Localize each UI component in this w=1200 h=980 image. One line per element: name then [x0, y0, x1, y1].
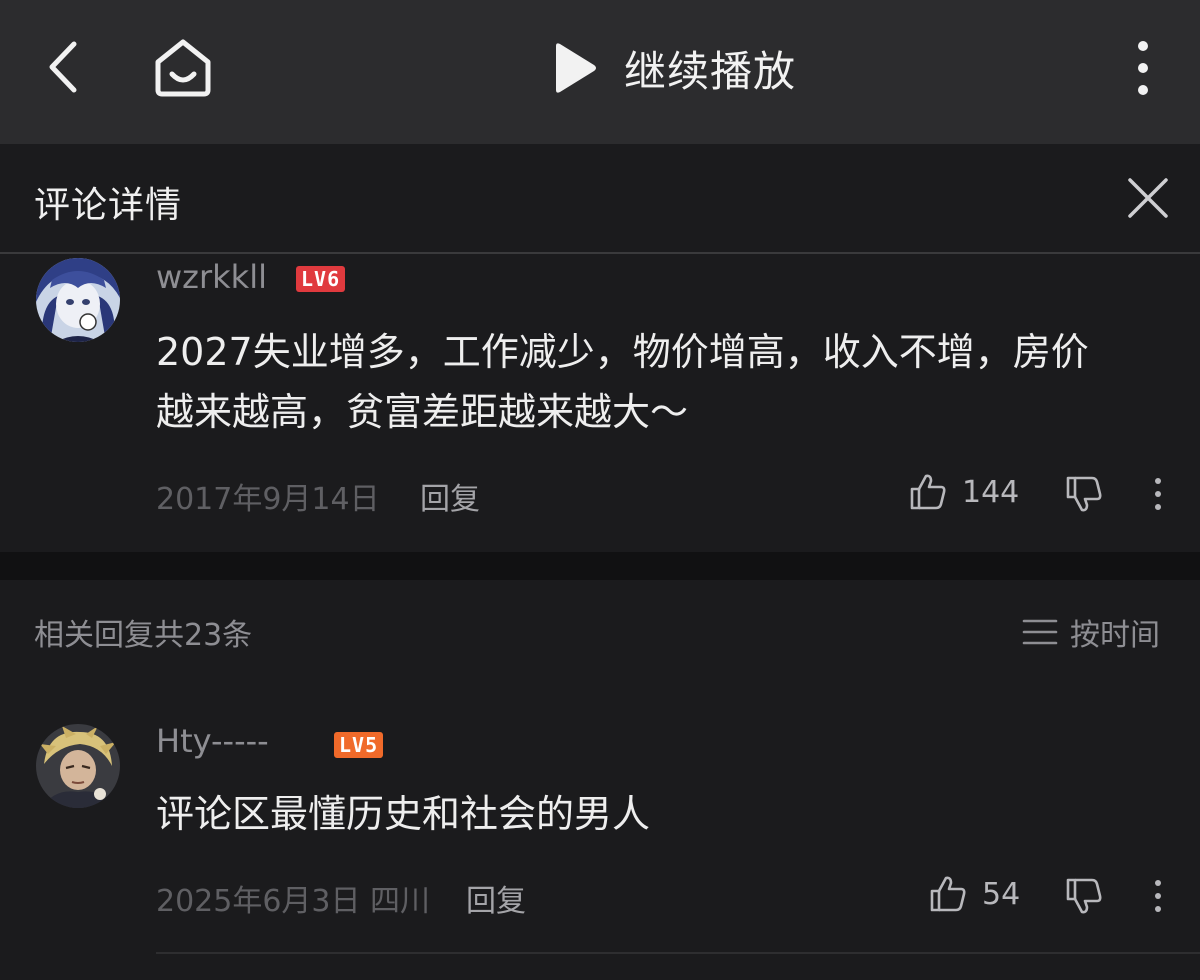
page-title: 评论详情: [34, 185, 183, 226]
dislike-button[interactable]: [1064, 474, 1104, 518]
top-nav-bar: 继续播放: [0, 0, 1200, 144]
close-icon: [1128, 178, 1168, 218]
replies-header: 相关回复共23条 按时间: [0, 580, 1200, 680]
thumb-down-icon: [1066, 878, 1102, 914]
sort-button[interactable]: 按时间: [1022, 610, 1160, 654]
more-vertical-icon: [1155, 478, 1161, 510]
sort-label: 按时间: [1070, 618, 1160, 653]
thumb-down-icon: [1066, 476, 1102, 512]
username[interactable]: Hty-----: [156, 722, 269, 760]
list-icon: [1022, 619, 1058, 645]
comment-date: 2017年9月14日: [156, 482, 380, 517]
reply-text: 评论区最懂历史和社会的男人: [156, 792, 651, 836]
avatar[interactable]: [36, 258, 120, 342]
reply-button[interactable]: 回复: [420, 474, 480, 518]
level-badge: LV6: [296, 266, 346, 292]
home-icon: [155, 39, 211, 97]
back-icon: [49, 41, 77, 93]
main-comment: wzrkkll LV6 2027失业增多，工作减少，物价增高，收入不增，房价 越…: [0, 254, 1200, 552]
divider: [156, 952, 1200, 954]
avatar[interactable]: [36, 724, 120, 808]
reply-button[interactable]: 回复: [466, 876, 526, 920]
comment-text-line: 越来越高，贫富差距越来越大～: [156, 390, 689, 434]
reply-item: Hty----- LV5 评论区最懂历史和社会的男人 2025年6月3日 四川 …: [0, 690, 1200, 960]
reply-more-button[interactable]: [1144, 878, 1172, 918]
username[interactable]: wzrkkll: [156, 258, 267, 296]
continue-play-button[interactable]: 继续播放: [548, 36, 796, 100]
more-vertical-icon: [1155, 880, 1161, 912]
back-button[interactable]: [38, 38, 90, 96]
play-icon: [556, 43, 596, 93]
comment-detail-header: 评论详情: [0, 144, 1200, 254]
like-count: 144: [962, 474, 1020, 510]
like-count: 54: [982, 876, 1021, 912]
dislike-button[interactable]: [1064, 876, 1104, 920]
more-options-button[interactable]: [1118, 36, 1168, 100]
comment-text-line: 2027失业增多，工作减少，物价增高，收入不增，房价: [156, 330, 1089, 374]
reply-date: 2025年6月3日 四川: [156, 884, 431, 919]
home-button[interactable]: [148, 34, 218, 100]
thumb-up-icon: [930, 876, 966, 912]
comment-more-button[interactable]: [1144, 476, 1172, 516]
like-button[interactable]: 54: [928, 874, 1020, 914]
close-button[interactable]: [1124, 174, 1172, 222]
continue-play-label: 继续播放: [624, 46, 797, 96]
thumb-up-icon: [910, 474, 946, 510]
section-separator: [0, 552, 1200, 580]
comment-text: 2027失业增多，工作减少，物价增高，收入不增，房价 越来越高，贫富差距越来越大…: [156, 322, 1089, 442]
more-vertical-icon: [1138, 41, 1148, 95]
replies-count: 相关回复共23条: [34, 618, 253, 653]
like-button[interactable]: 144: [908, 472, 1019, 512]
level-badge: LV5: [334, 732, 384, 758]
